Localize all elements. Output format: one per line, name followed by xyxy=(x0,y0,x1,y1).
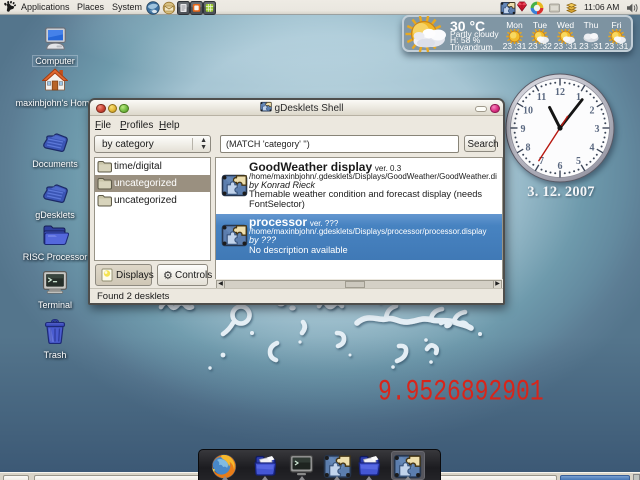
svg-text:12: 12 xyxy=(555,87,565,98)
svg-text:3: 3 xyxy=(595,124,600,135)
svg-text:5: 5 xyxy=(576,156,581,167)
svg-text:2: 2 xyxy=(590,105,595,116)
svg-text:4: 4 xyxy=(590,142,595,153)
svg-text:9: 9 xyxy=(521,124,526,135)
svg-text:6: 6 xyxy=(558,161,563,172)
svg-text:11: 11 xyxy=(537,92,546,103)
svg-text:10: 10 xyxy=(523,105,533,116)
svg-text:8: 8 xyxy=(526,142,531,153)
